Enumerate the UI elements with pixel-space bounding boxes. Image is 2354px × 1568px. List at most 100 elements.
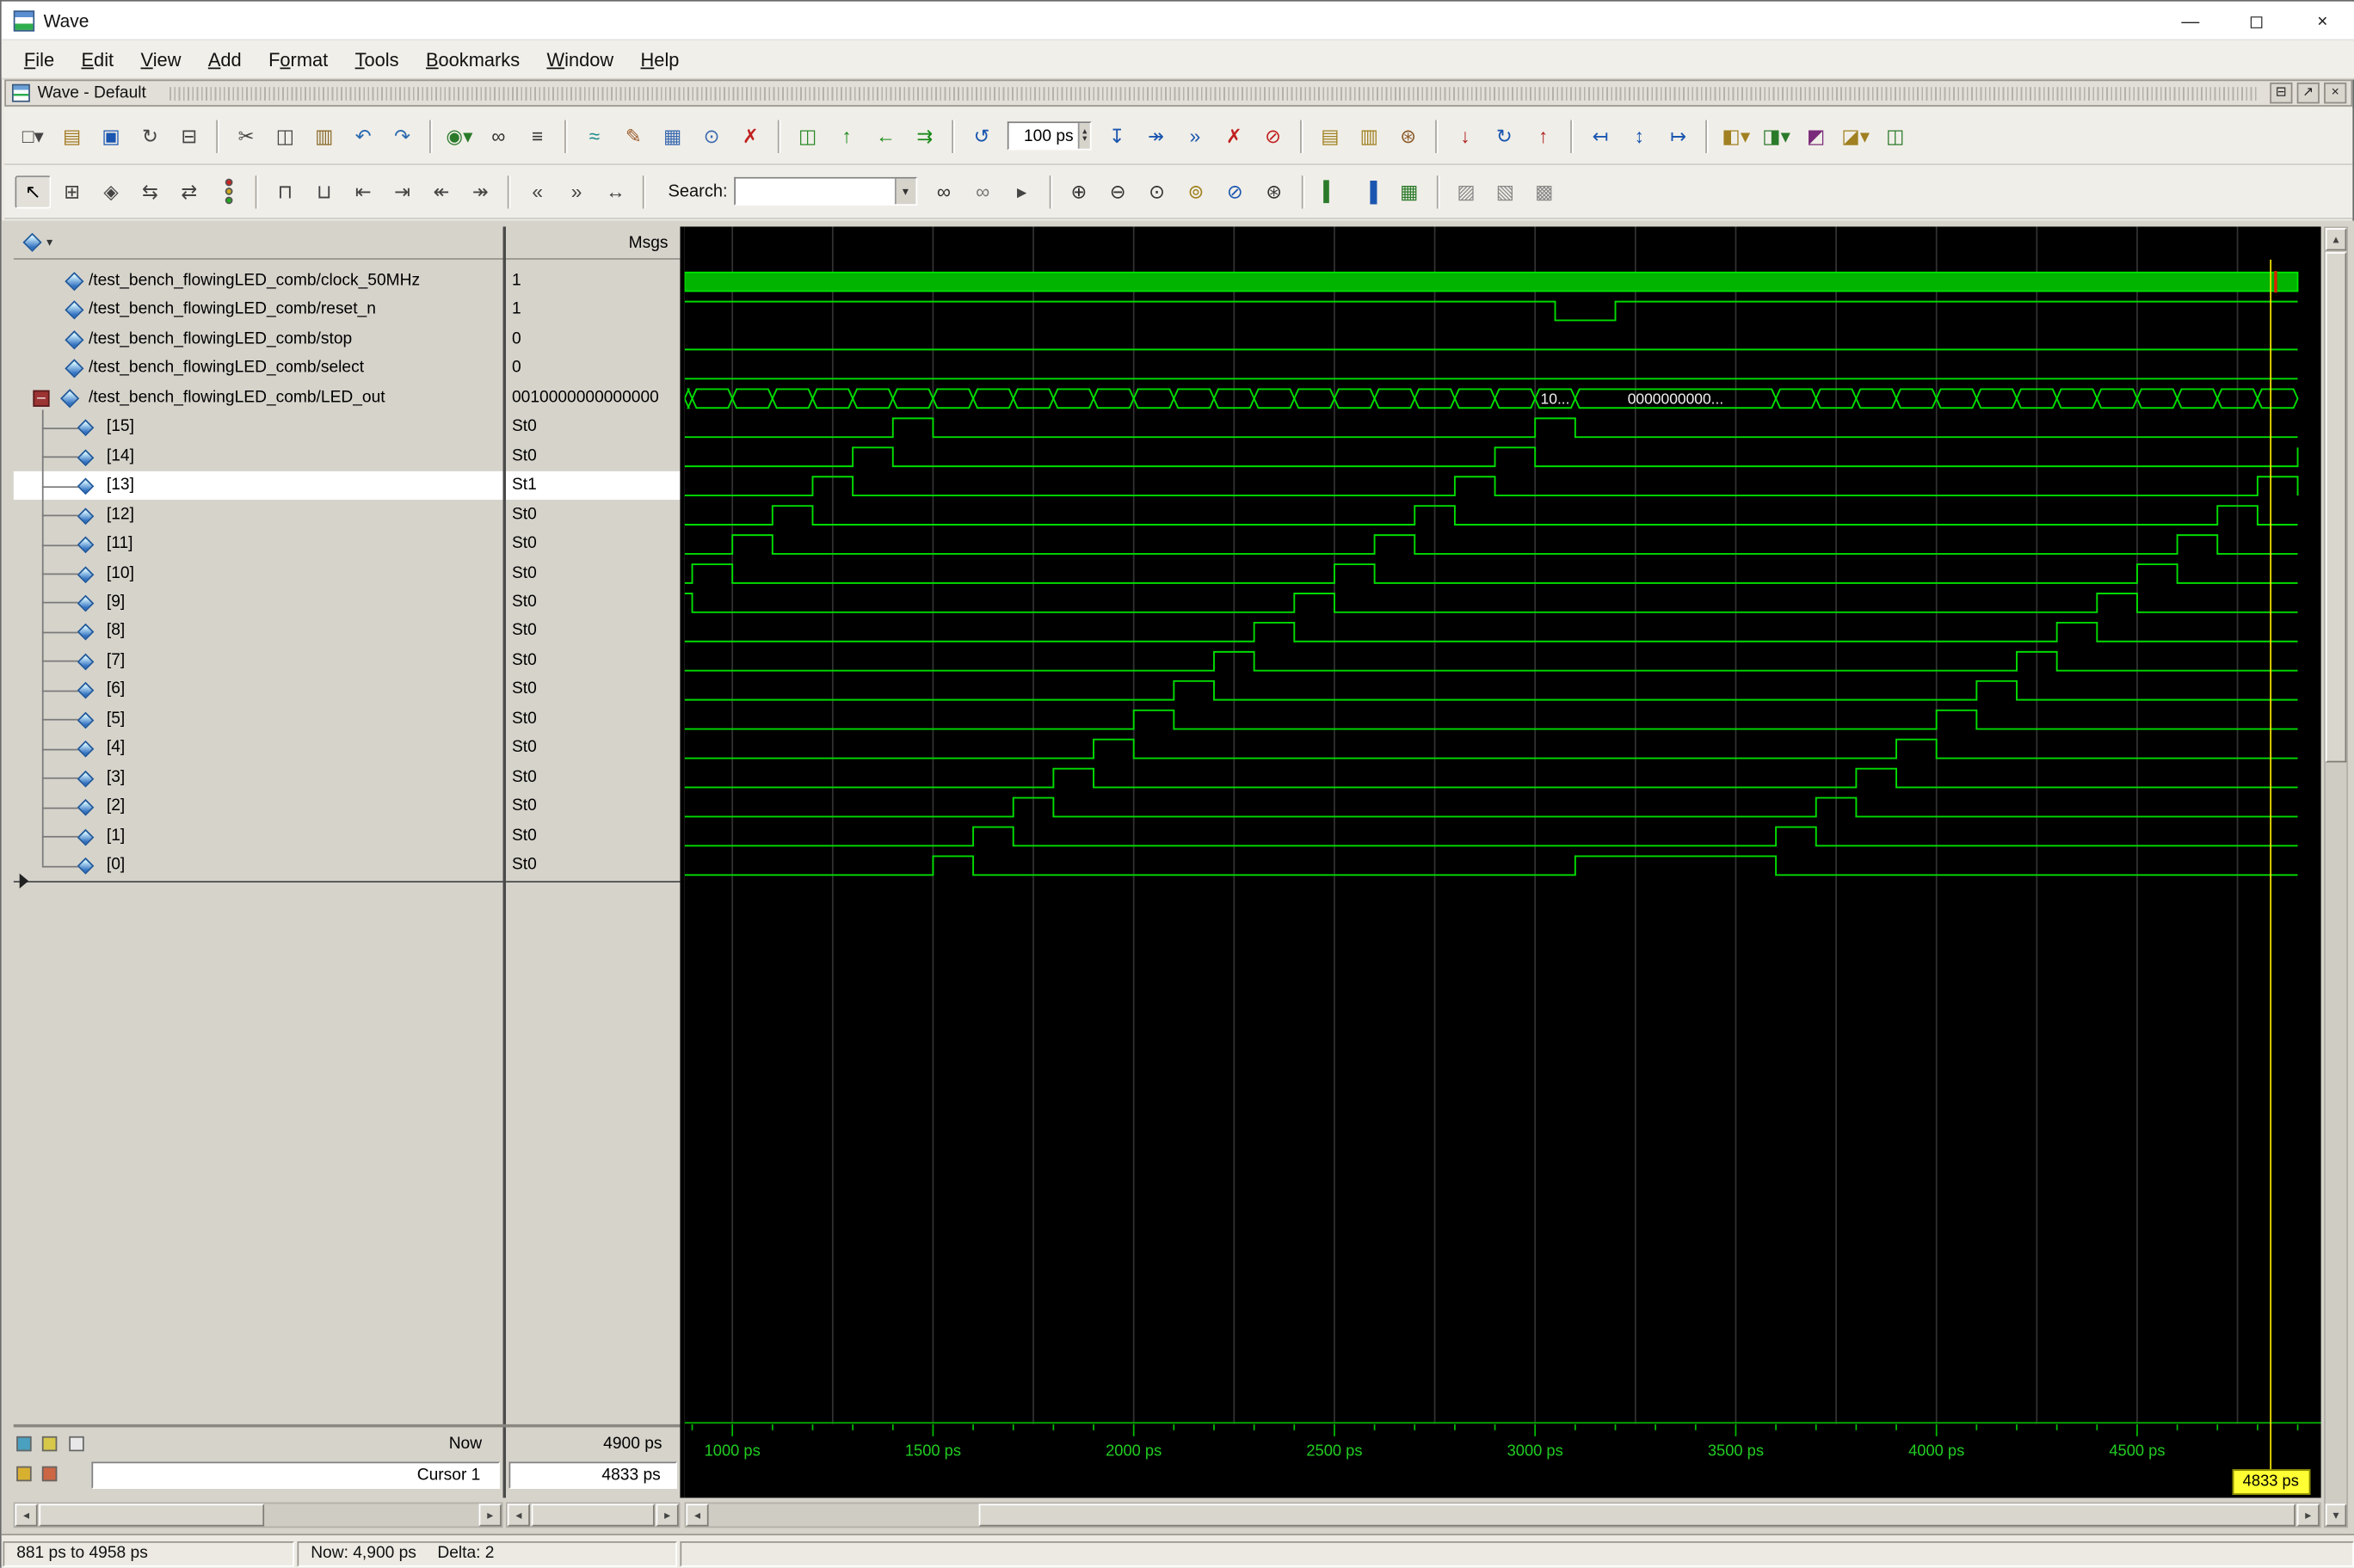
add-wave-button[interactable]: ≈ xyxy=(576,120,613,152)
previous-cursor-button[interactable]: « xyxy=(520,175,556,207)
signal-row[interactable]: [2] xyxy=(14,792,503,821)
insert-wave-button[interactable]: ▦ xyxy=(655,120,691,152)
expand-config-button[interactable]: ◩ xyxy=(1798,120,1834,152)
menu-format[interactable]: Format xyxy=(255,44,342,74)
signal-row[interactable]: – /test_bench_flowingLED_comb/LED_out xyxy=(14,384,503,412)
run-length-input[interactable] xyxy=(1008,125,1078,147)
signal-row[interactable]: /test_bench_flowingLED_comb/clock_50MHz xyxy=(14,267,503,296)
pan-mode-button[interactable]: ◈ xyxy=(93,175,129,207)
edit-wave-button[interactable]: ✎ xyxy=(615,120,651,152)
signal-row[interactable]: [11] xyxy=(14,530,503,558)
menu-view[interactable]: View xyxy=(127,44,194,74)
values-scrollbar[interactable]: ◂ ▸ xyxy=(506,1502,681,1528)
signal-row[interactable]: [13] xyxy=(13,471,503,501)
marker-center-button[interactable]: ↕ xyxy=(1622,120,1658,152)
next-edge-button[interactable]: ↠ xyxy=(462,175,498,207)
run-all-button[interactable]: » xyxy=(1177,120,1213,152)
follow-link-button[interactable]: ◫ xyxy=(790,120,826,152)
go-forward-button[interactable]: ⇉ xyxy=(907,120,943,152)
refresh-button[interactable]: ↻ xyxy=(1486,120,1522,152)
signal-row[interactable]: [15] xyxy=(14,413,503,441)
signal-row[interactable]: [9] xyxy=(14,588,503,617)
undo-button[interactable]: ↶ xyxy=(345,120,381,152)
signal-row[interactable]: /test_bench_flowingLED_comb/reset_n xyxy=(14,297,503,325)
menu-edit[interactable]: Edit xyxy=(68,44,127,74)
profile-button[interactable]: ▤ xyxy=(1312,120,1348,152)
run-button[interactable]: ↧ xyxy=(1099,120,1135,152)
zoom-out-button[interactable]: ⊖ xyxy=(1100,175,1136,207)
signal-row[interactable]: [10] xyxy=(14,559,503,587)
signal-row[interactable]: [7] xyxy=(14,647,503,675)
pan-hand-button[interactable]: ⊛ xyxy=(1390,120,1427,152)
event-mode-button[interactable]: ▨ xyxy=(1448,175,1484,207)
signal-row[interactable]: [1] xyxy=(14,821,503,850)
signal-row[interactable]: [5] xyxy=(14,705,503,734)
select-pointer-button[interactable]: ↖ xyxy=(15,175,52,208)
next-transition-button[interactable]: ⇥ xyxy=(385,175,421,207)
zoom-range-button[interactable]: ⊘ xyxy=(1217,175,1253,207)
scrollbar-thumb[interactable] xyxy=(978,1503,2295,1527)
next-cursor-button[interactable]: » xyxy=(558,175,595,207)
cursor-time-box[interactable]: 4833 ps xyxy=(2231,1469,2310,1495)
timebar-icon-1[interactable] xyxy=(16,1436,32,1452)
maximize-button[interactable]: ◻ xyxy=(2223,1,2289,40)
signal-row[interactable]: [8] xyxy=(14,618,503,646)
timebar-icon-2[interactable] xyxy=(42,1436,59,1452)
scroll-left-icon[interactable]: ◂ xyxy=(507,1503,530,1527)
expand-columns-button[interactable]: ⇄ xyxy=(171,175,207,207)
filter-button[interactable]: ≡ xyxy=(520,120,556,152)
stop-button[interactable]: ⊘ xyxy=(1255,120,1291,152)
names-scrollbar[interactable]: ◂ ▸ xyxy=(13,1502,503,1528)
menu-help[interactable]: Help xyxy=(627,44,693,74)
cursor-line[interactable] xyxy=(2270,259,2272,1494)
horizontal-splitter[interactable] xyxy=(13,1423,681,1428)
go-back-button[interactable]: ← xyxy=(868,120,904,152)
scroll-left-icon[interactable]: ◂ xyxy=(686,1503,709,1527)
pane-dock-button[interactable]: ⊟ xyxy=(2270,82,2293,104)
layout-config-button[interactable]: ◧▾ xyxy=(1717,120,1754,152)
simulate-button[interactable]: ◉▾ xyxy=(441,120,478,152)
scroll-left-icon[interactable]: ◂ xyxy=(15,1503,38,1527)
timeline-ruler[interactable]: 1000 ps 1500 ps 2000 ps 2500 ps 3000 ps 3500 … xyxy=(684,1423,2321,1468)
zoom-last-button[interactable]: ⊛ xyxy=(1256,175,1292,207)
search-options-button[interactable]: ▸ xyxy=(1004,175,1040,207)
show-drivers-button[interactable]: ▍ xyxy=(1313,175,1349,207)
search-dropdown-icon[interactable]: ▾ xyxy=(894,178,915,205)
signal-row[interactable]: [4] xyxy=(14,735,503,763)
menu-bookmarks[interactable]: Bookmarks xyxy=(412,44,533,74)
scroll-up-icon[interactable]: ▴ xyxy=(2325,228,2347,251)
group-dropdown-icon[interactable]: ▾ xyxy=(46,236,52,249)
remove-pointer-button[interactable]: ↑ xyxy=(1525,120,1562,152)
redo-button[interactable]: ↷ xyxy=(385,120,421,152)
find-next-button[interactable]: ∞ xyxy=(926,175,962,207)
add-cursor-icon[interactable] xyxy=(16,1466,32,1482)
pane-drag-handle[interactable] xyxy=(169,86,2258,101)
copy-button[interactable]: ◫ xyxy=(268,120,304,152)
paste-button[interactable]: ▥ xyxy=(306,120,342,152)
print-button[interactable]: ⊟ xyxy=(171,120,207,152)
waveform-canvas[interactable]: 10... 0000000000... xyxy=(684,226,2321,1424)
pane-header[interactable]: Wave - Default ⊟ ↗ × xyxy=(4,79,2353,107)
scrollbar-thumb[interactable] xyxy=(2325,252,2347,763)
msgs-header[interactable]: Msgs xyxy=(506,226,681,260)
signal-row[interactable]: /test_bench_flowingLED_comb/select xyxy=(14,354,503,383)
marker-right-button[interactable]: ↦ xyxy=(1661,120,1697,152)
memory-button[interactable]: ▥ xyxy=(1351,120,1387,152)
signal-row[interactable]: [14] xyxy=(14,442,503,470)
previous-transition-button[interactable]: ⇤ xyxy=(345,175,381,207)
signal-row[interactable]: [6] xyxy=(14,676,503,704)
signal-row[interactable]: [3] xyxy=(14,764,503,792)
collapse-icon[interactable]: – xyxy=(33,390,50,407)
driver-mode-button[interactable]: ▧ xyxy=(1488,175,1524,207)
marker-left-button[interactable]: ↤ xyxy=(1582,120,1618,152)
cut-button[interactable]: ✂ xyxy=(228,120,264,152)
reload-button[interactable]: ↻ xyxy=(132,120,169,152)
scroll-right-icon[interactable]: ▸ xyxy=(478,1503,502,1527)
expanded-time-button[interactable]: ▦ xyxy=(1391,175,1427,207)
cursor-track[interactable]: 4833 ps xyxy=(684,1467,2321,1498)
cursor-options-button[interactable]: ↔ xyxy=(597,175,633,207)
close-button[interactable]: × xyxy=(2289,1,2354,40)
menu-window[interactable]: Window xyxy=(533,44,627,74)
restart-button[interactable]: ↺ xyxy=(964,120,1000,152)
cursor-value-field[interactable]: 4833 ps xyxy=(508,1461,677,1489)
